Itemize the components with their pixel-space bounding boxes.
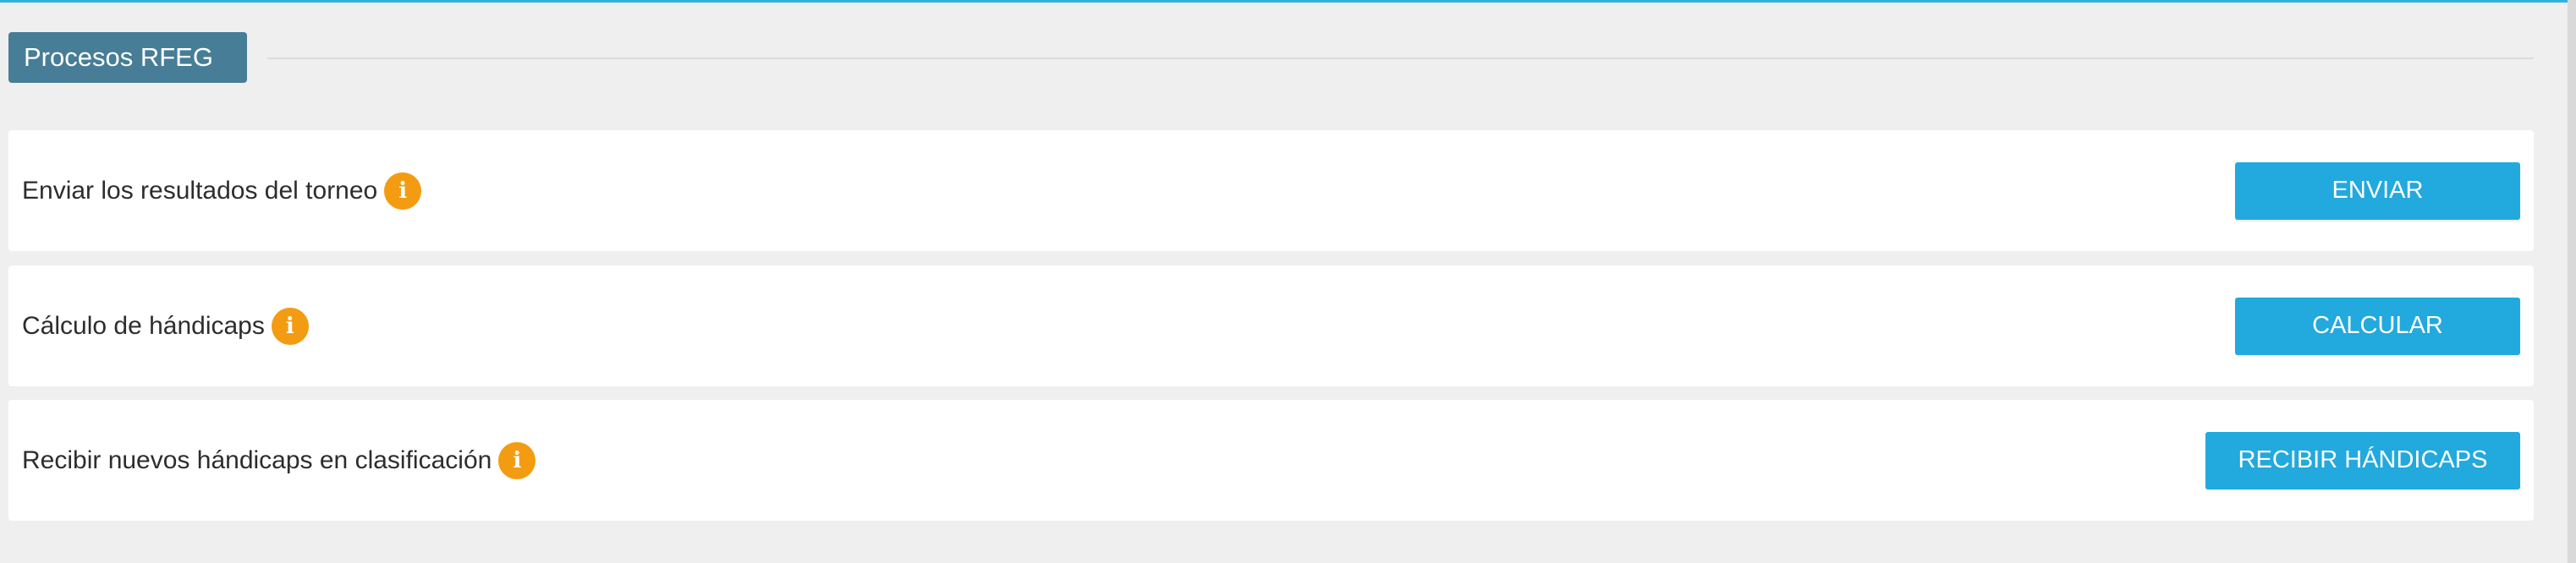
process-row-calcular: Cálculo de hándicaps i CALCULAR (8, 265, 2534, 386)
row-label-group: Enviar los resultados del torneo i (22, 172, 422, 210)
row-label: Recibir nuevos hándicaps en clasificació… (22, 445, 492, 474)
recibir-handicaps-button[interactable]: RECIBIR HÁNDICAPS (2205, 431, 2520, 489)
info-icon[interactable]: i (498, 441, 536, 479)
section-header: Procesos RFEG (8, 31, 2534, 84)
section-title: Procesos RFEG (8, 32, 247, 83)
row-label-group: Recibir nuevos hándicaps en clasificació… (22, 441, 536, 479)
row-label-group: Cálculo de hándicaps i (22, 307, 309, 345)
process-row-recibir: Recibir nuevos hándicaps en clasificació… (8, 400, 2534, 521)
process-row-enviar: Enviar los resultados del torneo i ENVIA… (8, 130, 2534, 251)
vertical-scrollbar[interactable] (2568, 0, 2576, 563)
calcular-button[interactable]: CALCULAR (2235, 297, 2520, 355)
top-accent-border (0, 0, 2576, 3)
row-label: Enviar los resultados del torneo (22, 176, 378, 205)
info-icon[interactable]: i (384, 172, 422, 210)
info-icon[interactable]: i (271, 307, 309, 345)
row-label: Cálculo de hándicaps (22, 311, 265, 340)
section-divider (266, 57, 2534, 59)
enviar-button[interactable]: ENVIAR (2235, 161, 2520, 220)
